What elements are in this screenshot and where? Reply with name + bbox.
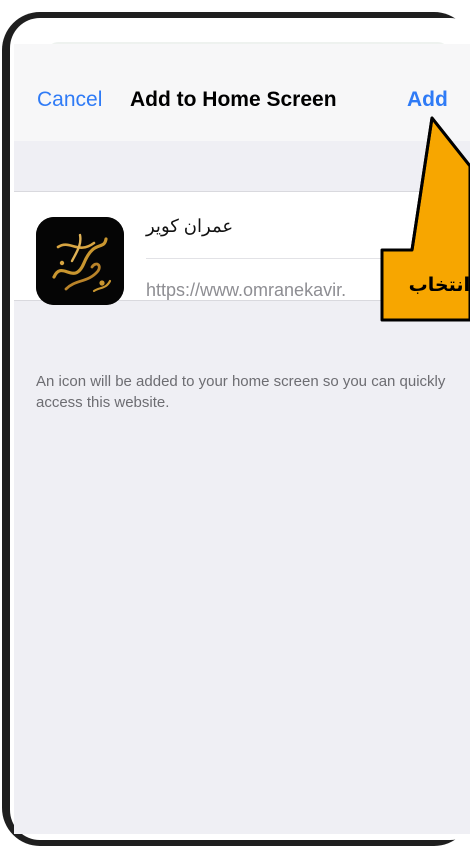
- description-text: An icon will be added to your home scree…: [36, 373, 446, 411]
- add-to-home-sheet: Cancel Add to Home Screen Add عمران کویر…: [14, 44, 470, 834]
- shortcut-name-field[interactable]: عمران کویر: [146, 216, 233, 237]
- shortcut-card: عمران کویر https://www.omranekavir.: [14, 191, 470, 305]
- nav-bar: Cancel Add to Home Screen Add: [14, 44, 470, 142]
- omranekavir-calligraphy-logo-icon: [36, 217, 124, 305]
- page-title: Add to Home Screen: [130, 88, 337, 111]
- cancel-button[interactable]: Cancel: [37, 88, 102, 112]
- section-gap: [14, 141, 470, 191]
- add-button[interactable]: Add: [407, 88, 448, 112]
- field-divider: [146, 258, 470, 259]
- shortcut-url: https://www.omranekavir.: [146, 280, 347, 300]
